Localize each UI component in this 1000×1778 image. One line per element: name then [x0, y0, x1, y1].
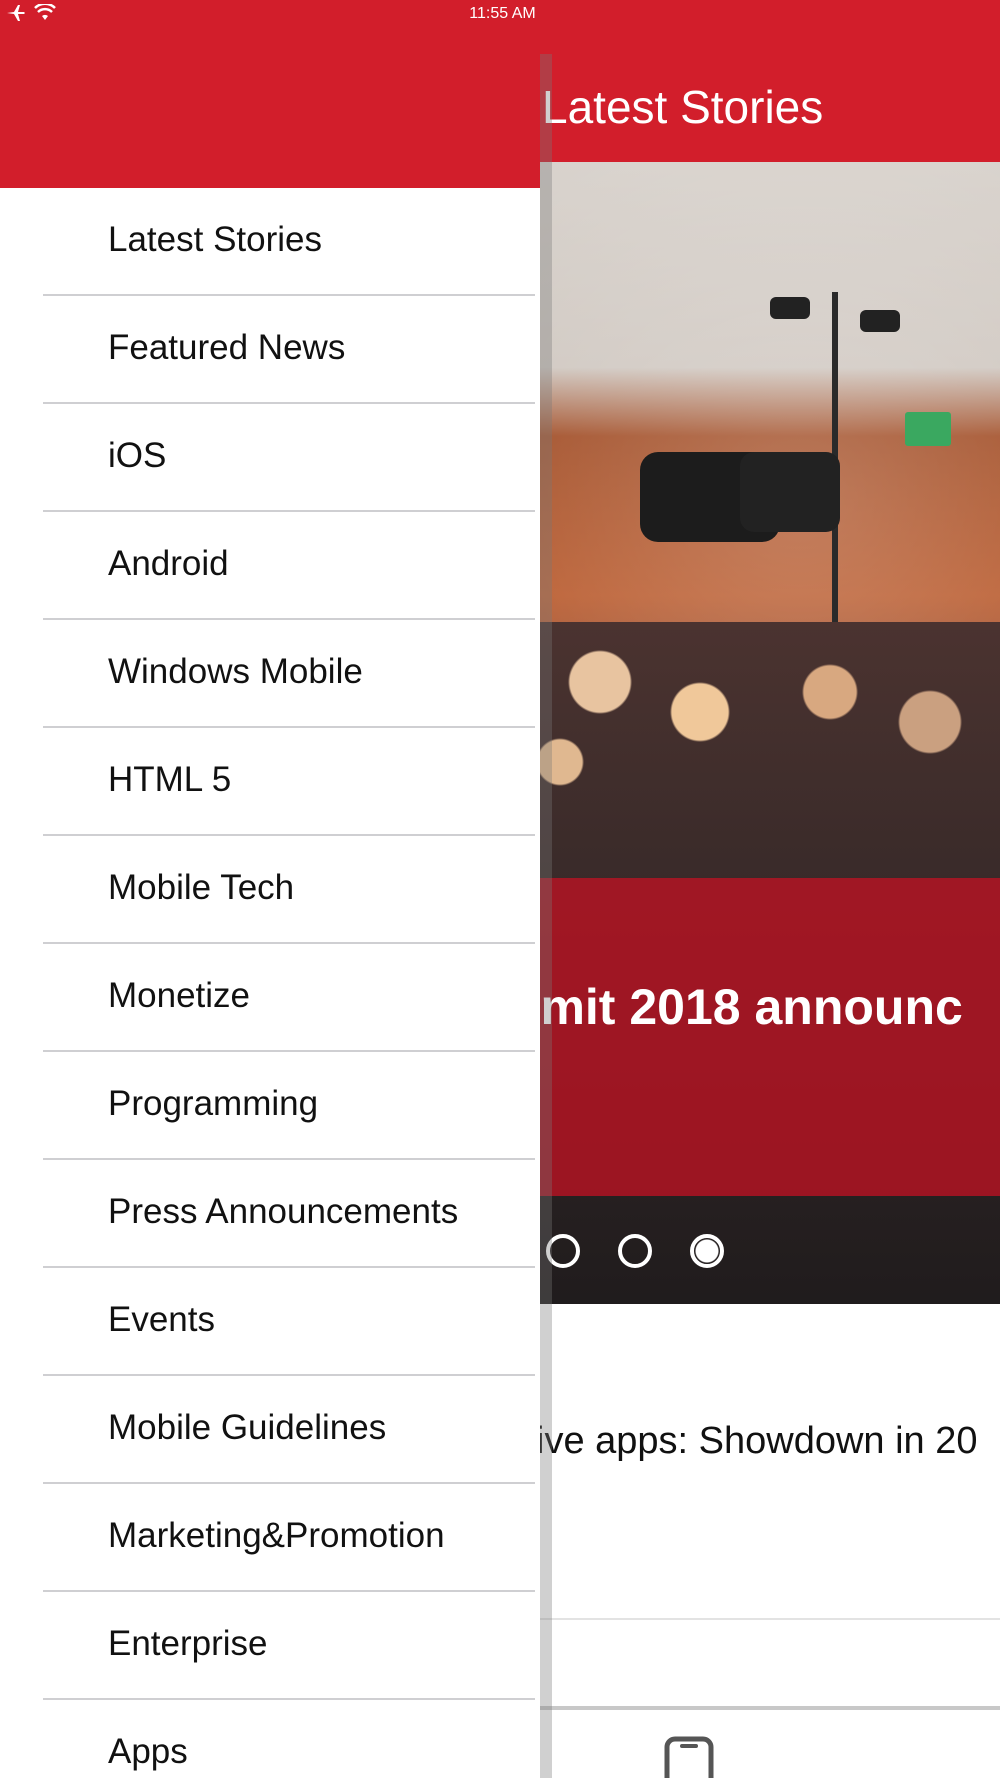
- status-bar: 11:55 AM: [0, 0, 1000, 28]
- drawer-item-label: Windows Mobile: [108, 652, 363, 691]
- hero-photo-detail: [905, 412, 951, 446]
- hero-photo-detail: [770, 297, 810, 319]
- drawer-item-label: Press Announcements: [108, 1192, 459, 1231]
- drawer-item-windows-mobile[interactable]: Windows Mobile: [0, 620, 540, 728]
- drawer-item-label: Featured News: [108, 328, 346, 367]
- status-time: 11:55 AM: [469, 5, 536, 22]
- hero-photo-detail: [860, 310, 900, 332]
- drawer-item-mobile-tech[interactable]: Mobile Tech: [0, 836, 540, 944]
- drawer-item-label: iOS: [108, 436, 167, 475]
- drawer-item-label: Apps: [108, 1732, 188, 1771]
- drawer-item-featured-news[interactable]: Featured News: [0, 296, 540, 404]
- drawer-item-marketing-promotion[interactable]: Marketing&Promotion: [0, 1484, 540, 1592]
- drawer-item-mobile-guidelines[interactable]: Mobile Guidelines: [0, 1376, 540, 1484]
- drawer-item-label: Android: [108, 544, 229, 583]
- app-screen: 11:55 AM Latest Stories mmit 2018 announ…: [0, 0, 1000, 1778]
- slider-dot-2[interactable]: [618, 1234, 652, 1268]
- drawer-item-label: Mobile Tech: [108, 868, 295, 907]
- tab-bar-border: [540, 1706, 1000, 1710]
- divider: [540, 1618, 1000, 1620]
- drawer-item-label: Enterprise: [108, 1624, 268, 1663]
- drawer-item-label: Programming: [108, 1084, 319, 1123]
- article-title[interactable]: ive apps: Showdown in 20: [536, 1420, 978, 1463]
- hero-photo-detail: [740, 452, 840, 532]
- drawer-item-events[interactable]: Events: [0, 1268, 540, 1376]
- drawer-item-ios[interactable]: iOS: [0, 404, 540, 512]
- drawer-item-label: Marketing&Promotion: [108, 1516, 445, 1555]
- drawer-item-html5[interactable]: HTML 5: [0, 728, 540, 836]
- drawer-menu: Latest Stories Featured News iOS Android…: [0, 188, 540, 1778]
- drawer-item-apps[interactable]: Apps: [0, 1700, 540, 1778]
- slider-dot-3[interactable]: [690, 1234, 724, 1268]
- drawer-item-monetize[interactable]: Monetize: [0, 944, 540, 1052]
- navigation-drawer: Latest Stories Featured News iOS Android…: [0, 0, 540, 1778]
- drawer-item-programming[interactable]: Programming: [0, 1052, 540, 1160]
- drawer-header: [0, 0, 540, 188]
- drawer-item-press-announcements[interactable]: Press Announcements: [0, 1160, 540, 1268]
- drawer-item-android[interactable]: Android: [0, 512, 540, 620]
- drawer-item-enterprise[interactable]: Enterprise: [0, 1592, 540, 1700]
- hero-headline[interactable]: mmit 2018 announc: [496, 978, 963, 1036]
- drawer-item-latest-stories[interactable]: Latest Stories: [0, 188, 540, 296]
- page-title: Latest Stories: [542, 81, 824, 133]
- drawer-shadow: [538, 54, 552, 1778]
- drawer-item-label: Events: [108, 1300, 215, 1339]
- slider-pagination: [546, 1234, 724, 1268]
- phone-icon[interactable]: [664, 1736, 714, 1778]
- drawer-item-label: Latest Stories: [108, 220, 322, 259]
- drawer-item-label: Mobile Guidelines: [108, 1408, 387, 1447]
- drawer-item-label: HTML 5: [108, 760, 232, 799]
- drawer-item-label: Monetize: [108, 976, 251, 1015]
